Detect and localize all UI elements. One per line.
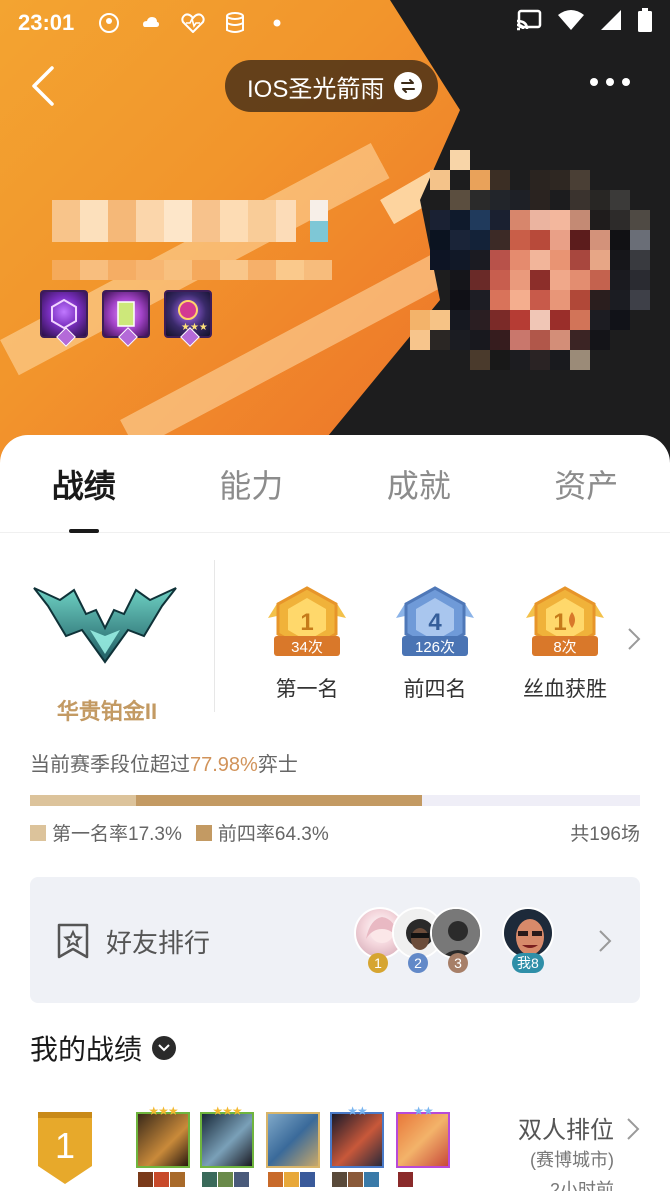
more-options-button[interactable]: [590, 78, 630, 86]
chevron-right-icon: [627, 1118, 640, 1140]
tab-ability[interactable]: 能力: [176, 461, 326, 507]
chevron-right-icon: [598, 929, 612, 958]
player-badges: ★★★: [40, 290, 212, 347]
season-suffix: 弈士: [257, 754, 298, 776]
game-mode: 双人排位: [518, 1117, 614, 1144]
friend-rank-badge: 1: [368, 953, 388, 973]
signal-icon: [600, 9, 622, 37]
wifi-icon: [558, 9, 584, 37]
total-games: 共196场: [570, 824, 640, 845]
my-records-title: 我的战绩: [30, 1034, 143, 1065]
tab-achievements[interactable]: 成就: [344, 461, 494, 507]
swap-icon: [394, 72, 423, 100]
narrow-win-medal-icon: 1 8次: [526, 586, 604, 656]
my-avatar[interactable]: [502, 907, 554, 959]
player-subtitle-redacted: [52, 260, 332, 280]
top4-rate-label: 前四率64.3%: [217, 824, 329, 845]
medal-label: 第一名: [275, 678, 339, 701]
friend-ranking-label: 好友排行: [106, 928, 211, 958]
player-name-redacted: [52, 200, 328, 242]
medal-top-four[interactable]: 4 126次 前四名: [392, 584, 478, 703]
badge-purple-card-icon[interactable]: [102, 290, 150, 347]
profile-tabs: 战绩 能力 成就 资产: [0, 435, 670, 533]
tab-records[interactable]: 战绩: [9, 461, 159, 533]
my-records-header[interactable]: 我的战绩: [30, 1028, 177, 1068]
medal-narrow-win[interactable]: 1 8次 丝血获胜: [522, 584, 608, 703]
dot-icon: [264, 12, 290, 34]
top-four-medal-icon: 4 126次: [396, 586, 474, 656]
weather-icon: [138, 12, 164, 34]
chevron-right-icon: [628, 628, 641, 650]
svg-text:8次: 8次: [553, 639, 576, 656]
legend-swatch: [195, 824, 212, 841]
rank-name: 华贵铂金II: [56, 699, 158, 724]
bookmark-star-icon: [56, 923, 90, 964]
champion-icon[interactable]: [266, 1112, 320, 1168]
svg-text:1: 1: [300, 609, 313, 636]
database-icon: [222, 12, 248, 34]
champion-items: [332, 1172, 379, 1187]
game-map: (赛博城市): [530, 1150, 614, 1170]
legend-first-rate: 第一名率17.3%: [30, 819, 182, 846]
badge-star-emblem-icon[interactable]: ★★★: [164, 290, 212, 347]
player-avatar-redacted: [410, 150, 650, 410]
server-switch-button[interactable]: IOS圣光箭雨: [225, 60, 439, 112]
svg-text:4: 4: [428, 609, 442, 636]
chevron-left-icon: [32, 66, 54, 106]
status-time: 23:01: [18, 10, 75, 35]
friend-rank-badge: 3: [448, 953, 468, 973]
friend-ranking-card[interactable]: 好友排行 1 2 3 我8: [30, 877, 640, 1003]
champion-icon[interactable]: ★★: [396, 1104, 450, 1168]
champion-icon[interactable]: ★★★: [200, 1104, 254, 1168]
season-rank-text: 当前赛季段位超过77.98%弈士: [30, 748, 298, 777]
medals-more-button[interactable]: [627, 627, 641, 656]
champion-icon[interactable]: ★★: [330, 1104, 384, 1168]
platinum-rank-icon: [33, 587, 177, 664]
tab-assets[interactable]: 资产: [511, 461, 661, 507]
record-detail-button[interactable]: [626, 1117, 640, 1146]
server-name: IOS圣光箭雨: [247, 75, 385, 103]
status-bar: 23:01: [0, 0, 670, 46]
rate-progress-bar: [30, 795, 640, 806]
svg-text:1: 1: [553, 609, 566, 636]
medal-label: 丝血获胜: [523, 678, 607, 701]
season-percent: 77.98%: [190, 754, 258, 776]
battery-icon: [638, 8, 652, 38]
svg-text:34次: 34次: [291, 639, 323, 656]
badge-purple-rune-icon[interactable]: [40, 290, 88, 347]
back-button[interactable]: [26, 64, 66, 108]
my-rank-badge: 我8: [512, 953, 544, 973]
friend-avatar[interactable]: [430, 907, 482, 959]
rate-legend: 第一名率17.3% 前四率64.3% 共196场: [30, 819, 640, 846]
svg-text:1: 1: [55, 1125, 75, 1166]
champion-items: [138, 1172, 185, 1187]
health-icon: [180, 12, 206, 34]
avatar-notification-icon: [96, 12, 122, 34]
first-rate-fill: [30, 795, 136, 806]
game-time: 2小时前: [549, 1180, 614, 1191]
champion-items: [268, 1172, 315, 1187]
champion-icon[interactable]: ★★★: [136, 1104, 190, 1168]
champion-items: [398, 1172, 413, 1187]
medal-first-place[interactable]: 1 34次 第一名: [264, 584, 350, 703]
svg-text:126次: 126次: [415, 639, 455, 656]
cast-icon: [516, 9, 542, 37]
divider: [214, 560, 215, 712]
profile-header: 23:01 IOS圣光箭雨 ★★★: [0, 0, 670, 470]
placement-badge: 1: [38, 1112, 92, 1184]
chevron-down-icon: [152, 1036, 177, 1060]
medal-label: 前四名: [403, 678, 467, 701]
legend-top4-rate: 前四率64.3%: [195, 819, 329, 846]
legend-swatch: [30, 824, 46, 841]
first-place-medal-icon: 1 34次: [268, 586, 346, 656]
champion-items: [202, 1172, 249, 1187]
first-rate-label: 第一名率17.3%: [52, 824, 182, 845]
top4-rate-fill: [135, 795, 423, 806]
friend-rank-badge: 2: [408, 953, 428, 973]
season-prefix: 当前赛季段位超过: [30, 754, 190, 776]
